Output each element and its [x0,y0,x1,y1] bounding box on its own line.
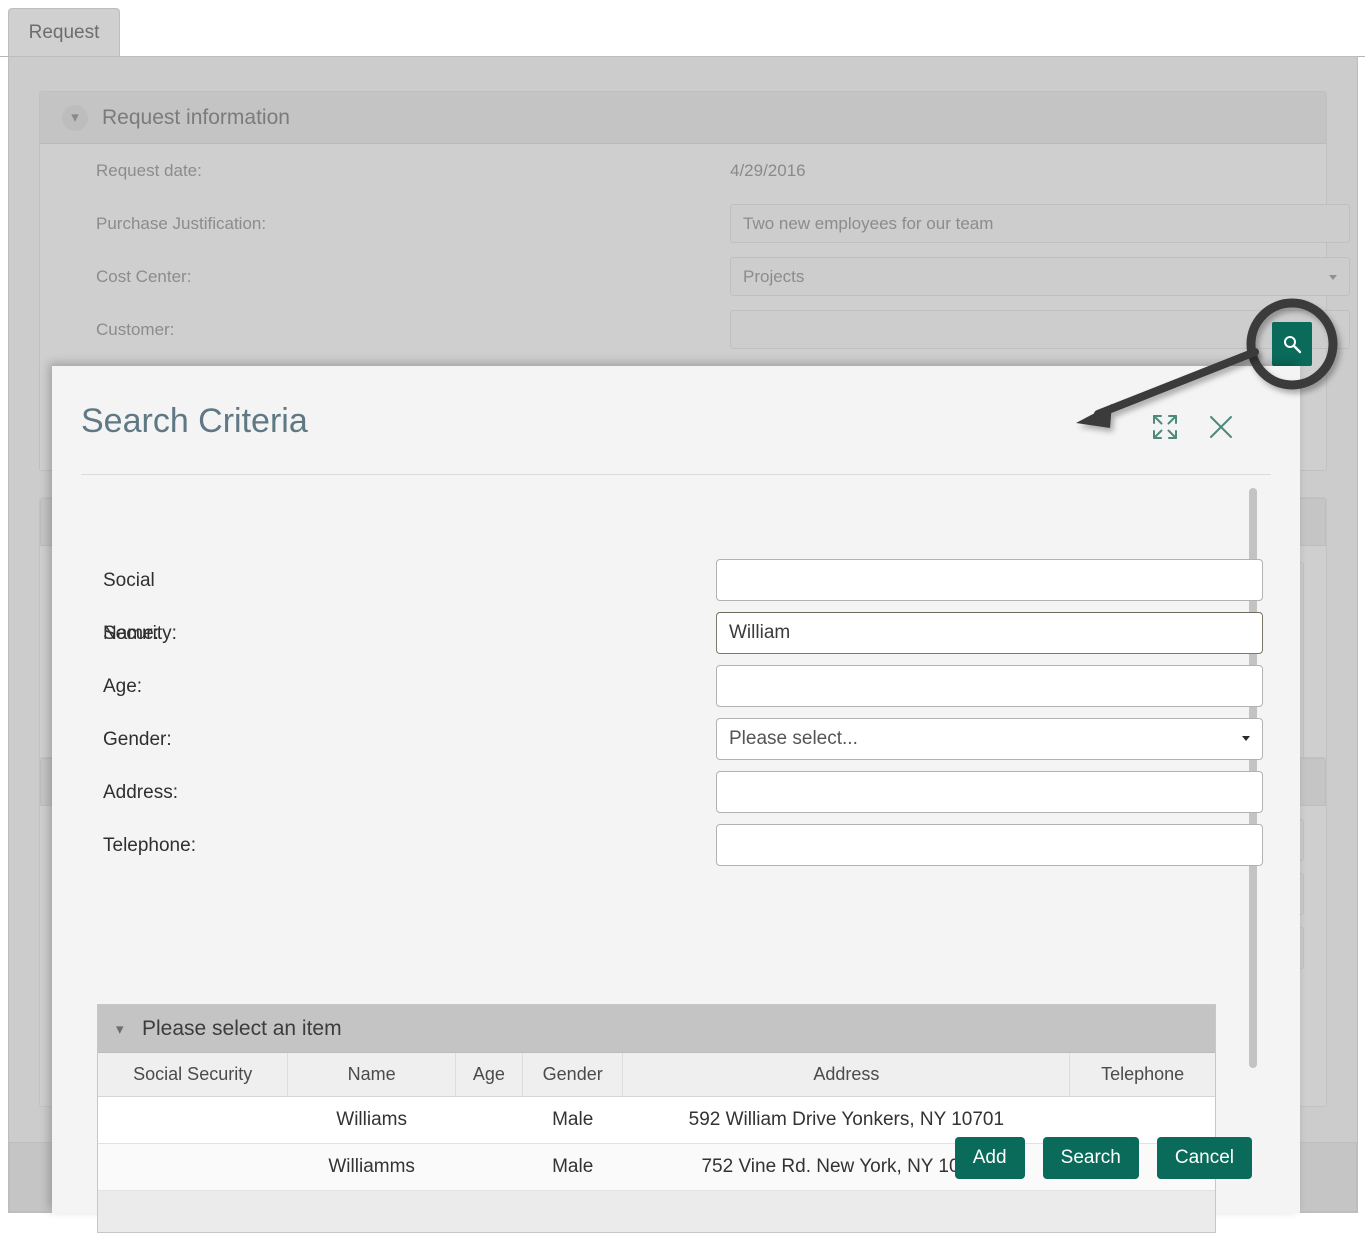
gender-label: Gender: [103,713,172,766]
name-label: Name: [103,607,159,660]
customer-input[interactable] [730,310,1350,349]
request-date-label: Request date: [96,144,202,197]
gender-select-value: Please select... [729,728,858,749]
form-row-purchase-justification: Purchase Justification: Two new employee… [40,197,1326,250]
request-date-value: 4/29/2016 [730,144,806,197]
age-input[interactable] [716,665,1263,707]
name-input[interactable]: William [716,612,1263,654]
close-button[interactable] [1204,410,1238,444]
results-panel-header[interactable]: ▾ Please select an item [98,1005,1215,1053]
column-header-age[interactable]: Age [455,1053,522,1096]
chevron-down-icon [1242,736,1250,741]
dialog-footer: Add Search Cancel [52,1121,1300,1213]
form-row-customer: Customer: [40,303,1326,356]
form-row-cost-center: Cost Center: Projects [40,250,1326,303]
cancel-button[interactable]: Cancel [1157,1137,1252,1179]
column-header-gender[interactable]: Gender [522,1053,623,1096]
dialog-header-actions [1148,410,1238,444]
gender-select[interactable]: Please select... [716,718,1263,760]
chevron-down-icon[interactable]: ▾ [62,105,88,131]
cost-center-select[interactable]: Projects [730,257,1350,296]
search-criteria-dialog: Search Criteria [52,366,1300,1213]
address-input[interactable] [716,771,1263,813]
close-icon [1206,412,1236,442]
social-security-input[interactable] [716,559,1263,601]
results-panel-title: Please select an item [142,1017,342,1041]
search-button[interactable]: Search [1043,1137,1139,1179]
dialog-button-bar: Add Search Cancel [955,1137,1252,1179]
maximize-icon [1150,412,1180,442]
tab-request[interactable]: Request [8,8,120,57]
request-information-title: Request information [102,106,290,130]
purchase-justification-input[interactable]: Two new employees for our team [730,204,1350,243]
cost-center-label: Cost Center: [96,250,191,303]
tab-request-label: Request [29,22,100,43]
form-row-request-date: Request date: 4/29/2016 [40,144,1326,197]
search-icon [1282,334,1302,354]
telephone-label: Telephone: [103,819,196,872]
age-label: Age: [103,660,142,713]
telephone-input[interactable] [716,824,1263,866]
column-header-name[interactable]: Name [288,1053,456,1096]
tab-strip: Request [0,0,1365,57]
add-button[interactable]: Add [955,1137,1025,1179]
dialog-header-divider [81,474,1271,475]
column-header-telephone[interactable]: Telephone [1070,1053,1215,1096]
dialog-header: Search Criteria [52,366,1300,474]
customer-label: Customer: [96,303,174,356]
column-header-social-security[interactable]: Social Security [98,1053,288,1096]
dialog-title: Search Criteria [81,402,308,441]
request-information-header[interactable]: ▾ Request information [40,92,1326,144]
column-header-address[interactable]: Address [623,1053,1070,1096]
maximize-button[interactable] [1148,410,1182,444]
purchase-justification-label: Purchase Justification: [96,197,266,250]
address-label: Address: [103,766,178,819]
chevron-down-icon[interactable]: ▾ [116,1020,124,1038]
customer-search-button[interactable] [1272,322,1312,366]
results-table-header-row: Social Security Name Age Gender Address … [98,1053,1215,1096]
